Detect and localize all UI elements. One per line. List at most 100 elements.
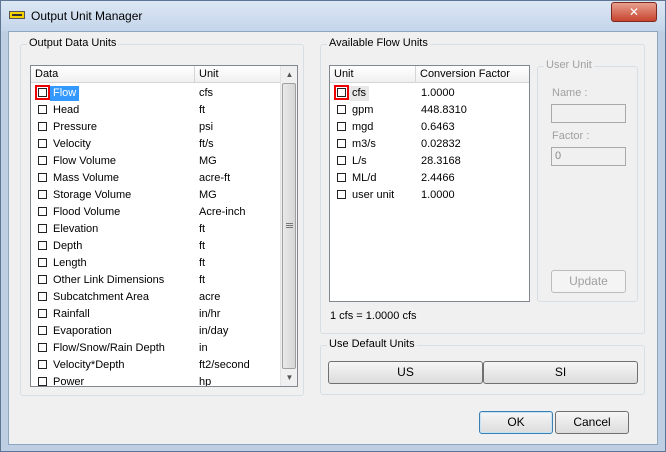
- list-item[interactable]: Velocity*Depth ft2/second: [31, 357, 281, 374]
- data-cell: Length: [53, 257, 87, 269]
- available-flow-units-legend: Available Flow Units: [327, 37, 430, 49]
- list-item[interactable]: user unit 1.0000: [330, 187, 529, 204]
- checkbox[interactable]: [38, 360, 47, 369]
- checkbox[interactable]: [38, 173, 47, 182]
- list-item[interactable]: Power hp: [31, 374, 281, 387]
- checkbox[interactable]: [38, 122, 47, 131]
- close-button[interactable]: ✕: [611, 2, 657, 22]
- scroll-thumb[interactable]: [282, 83, 296, 369]
- unit-cell: ft: [199, 240, 206, 252]
- cancel-button[interactable]: Cancel: [555, 411, 629, 434]
- checkbox[interactable]: [337, 190, 346, 199]
- checkbox[interactable]: [38, 207, 47, 216]
- list-item[interactable]: Flood Volume Acre-inch: [31, 204, 281, 221]
- unit-cell: ML/d: [352, 172, 377, 184]
- checkbox[interactable]: [38, 139, 47, 148]
- unit-cell: MG: [199, 189, 217, 201]
- ok-button[interactable]: OK: [479, 411, 553, 434]
- checkbox[interactable]: [38, 156, 47, 165]
- available-flow-units-group: Available Flow Units Unit Conversion Fac…: [320, 37, 645, 334]
- list-item[interactable]: Storage Volume MG: [31, 187, 281, 204]
- available-flow-units-list[interactable]: Unit Conversion Factor cfs 1.0000 gpm 448.8…: [329, 65, 530, 302]
- unit-cell: ft2/second: [199, 359, 250, 371]
- unit-cell: mgd: [352, 121, 374, 133]
- data-cell: Flow Volume: [53, 155, 116, 167]
- list-item[interactable]: mgd 0.6463: [330, 119, 529, 136]
- column-header-conversion-factor[interactable]: Conversion Factor: [416, 66, 529, 83]
- checkbox[interactable]: [35, 85, 50, 100]
- dialog-client-area: Output Data Units Data Unit Flow cfs Head f…: [8, 31, 658, 445]
- checkbox[interactable]: [337, 156, 346, 165]
- checkbox[interactable]: [38, 377, 47, 386]
- checkbox[interactable]: [38, 241, 47, 250]
- data-cell: Power: [53, 376, 85, 387]
- conversion-text: 1 cfs = 1.0000 cfs: [330, 310, 417, 322]
- list-item[interactable]: Depth ft: [31, 238, 281, 255]
- list-item[interactable]: cfs 1.0000: [330, 85, 529, 102]
- checkbox[interactable]: [337, 105, 346, 114]
- list-item[interactable]: gpm 448.8310: [330, 102, 529, 119]
- list-item[interactable]: Evaporation in/day: [31, 323, 281, 340]
- checkbox[interactable]: [337, 173, 346, 182]
- checkbox[interactable]: [38, 190, 47, 199]
- factor-field[interactable]: 0: [551, 147, 626, 166]
- checkbox[interactable]: [334, 85, 349, 100]
- checkbox[interactable]: [38, 275, 47, 284]
- list-item[interactable]: L/s 28.3168: [330, 153, 529, 170]
- scroll-down-arrow-icon[interactable]: ▼: [281, 369, 297, 386]
- unit-cell: cfs: [349, 86, 370, 101]
- list-item[interactable]: m3/s 0.02832: [330, 136, 529, 153]
- unit-cell: ft/s: [199, 138, 214, 150]
- column-header-data[interactable]: Data: [31, 66, 195, 83]
- conversion-factor-cell: 0.02832: [421, 138, 461, 150]
- name-field[interactable]: [551, 104, 626, 123]
- update-button[interactable]: Update: [551, 270, 626, 293]
- scroll-up-arrow-icon[interactable]: ▲: [281, 66, 297, 83]
- unit-cell: hp: [199, 376, 212, 387]
- data-cell: Elevation: [53, 223, 99, 235]
- list-item[interactable]: ML/d 2.4466: [330, 170, 529, 187]
- list-item[interactable]: Mass Volume acre-ft: [31, 170, 281, 187]
- list-item[interactable]: Velocity ft/s: [31, 136, 281, 153]
- title-bar[interactable]: Output Unit Manager ✕: [1, 1, 665, 31]
- column-header-unit[interactable]: Unit: [195, 66, 282, 83]
- checkbox[interactable]: [38, 309, 47, 318]
- output-data-units-list[interactable]: Data Unit Flow cfs Head ft Pressure psi Veloci…: [30, 65, 298, 387]
- list-item[interactable]: Length ft: [31, 255, 281, 272]
- user-unit-legend: User Unit: [544, 59, 594, 71]
- list-item[interactable]: Rainfall in/hr: [31, 306, 281, 323]
- unit-cell: user unit: [352, 189, 395, 201]
- unit-cell: ft: [199, 104, 206, 116]
- si-units-button[interactable]: SI: [483, 361, 638, 384]
- checkbox[interactable]: [38, 258, 47, 267]
- checkbox[interactable]: [38, 326, 47, 335]
- list-item[interactable]: Flow/Snow/Rain Depth in: [31, 340, 281, 357]
- unit-cell: in/day: [199, 325, 229, 337]
- unit-cell: ft: [199, 257, 206, 269]
- output-data-units-legend: Output Data Units: [27, 37, 119, 49]
- output-list-scrollbar[interactable]: ▲ ▼: [280, 66, 297, 386]
- list-item[interactable]: Elevation ft: [31, 221, 281, 238]
- app-icon: [9, 11, 25, 19]
- list-item[interactable]: Pressure psi: [31, 119, 281, 136]
- checkbox[interactable]: [38, 224, 47, 233]
- list-item[interactable]: Subcatchment Area acre: [31, 289, 281, 306]
- checkbox[interactable]: [38, 292, 47, 301]
- list-item[interactable]: Other Link Dimensions ft: [31, 272, 281, 289]
- checkbox[interactable]: [337, 139, 346, 148]
- checkbox[interactable]: [38, 105, 47, 114]
- output-data-units-group: Output Data Units Data Unit Flow cfs Head f…: [20, 37, 304, 396]
- list-item[interactable]: Flow Volume MG: [31, 153, 281, 170]
- default-units-legend: Use Default Units: [327, 338, 417, 350]
- data-cell: Subcatchment Area: [53, 291, 150, 303]
- list-item[interactable]: Head ft: [31, 102, 281, 119]
- output-unit-manager-window: Output Unit Manager ✕ Output Data Units …: [0, 0, 666, 452]
- data-cell: Velocity*Depth: [53, 359, 125, 371]
- data-cell: Mass Volume: [53, 172, 120, 184]
- us-units-button[interactable]: US: [328, 361, 483, 384]
- column-header-unit[interactable]: Unit: [330, 66, 416, 83]
- list-item[interactable]: Flow cfs: [31, 85, 281, 102]
- conversion-factor-cell: 1.0000: [421, 189, 455, 201]
- checkbox[interactable]: [38, 343, 47, 352]
- checkbox[interactable]: [337, 122, 346, 131]
